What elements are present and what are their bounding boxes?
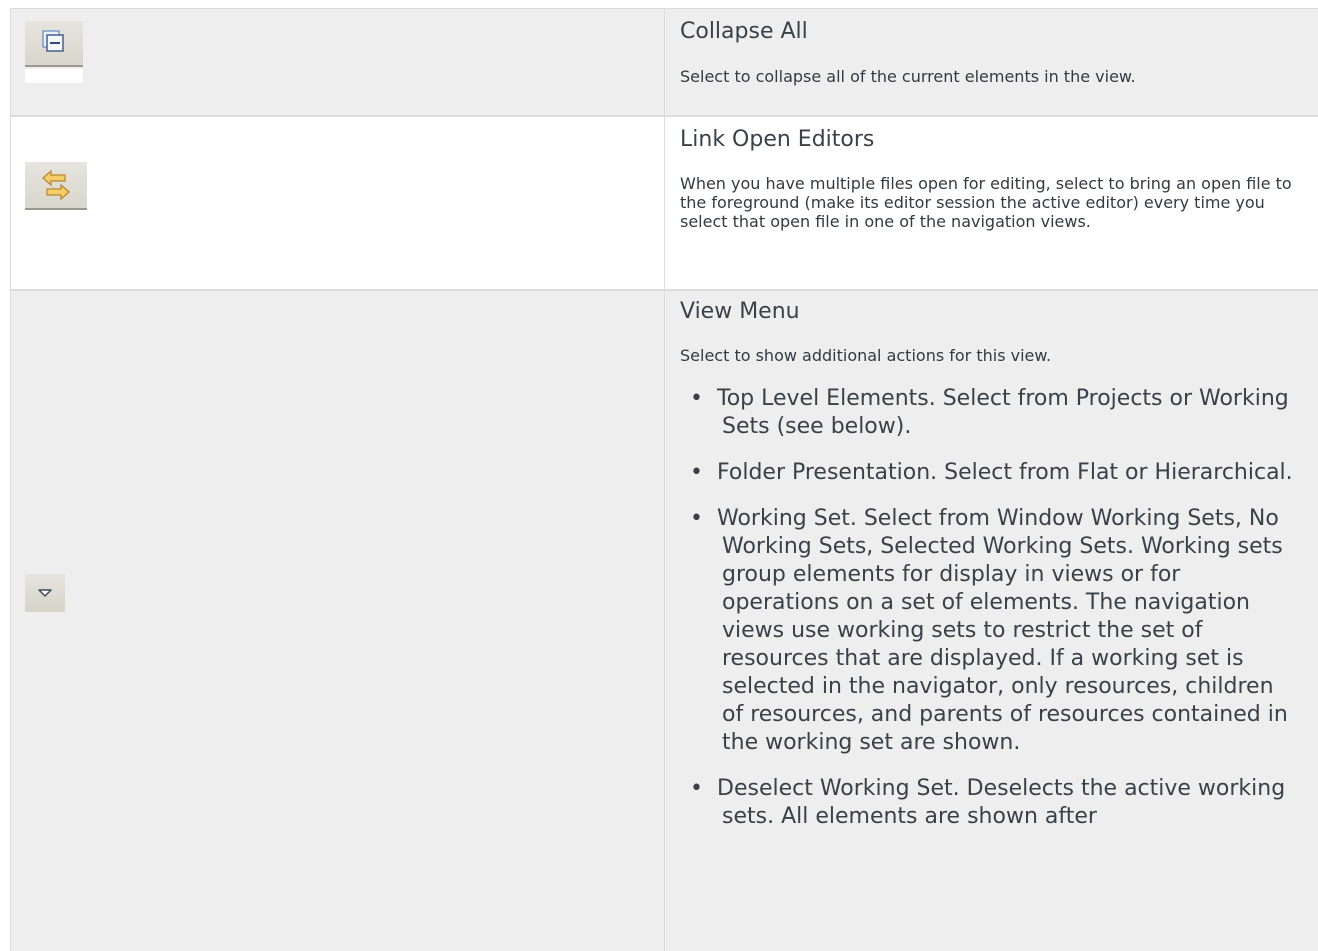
bullet-icon: •: [690, 460, 703, 485]
view-menu-button[interactable]: [25, 574, 65, 612]
link-editors-icon: [42, 169, 70, 201]
row-description: When you have multiple files open for ed…: [680, 174, 1292, 231]
icon-cell: [11, 291, 665, 951]
list-item: • Working Set. Select from Window Working…: [690, 506, 1288, 755]
view-menu-icon: [38, 589, 52, 597]
list-item: • Deselect Working Set. Deselects the act…: [690, 776, 1286, 829]
table-row-view-menu: View Menu Select to show additional acti…: [11, 291, 1318, 951]
description-cell: Link Open Editors When you have multiple…: [665, 117, 1318, 289]
description-cell: View Menu Select to show additional acti…: [665, 291, 1318, 951]
icon-cell: [11, 9, 665, 115]
toolbar-reference-table: Collapse All Select to collapse all of t…: [10, 8, 1318, 951]
link-editors-button[interactable]: [25, 162, 87, 210]
bullet-icon: •: [690, 776, 703, 801]
collapse-all-icon: [42, 30, 64, 52]
list-item: • Top Level Elements. Select from Project…: [690, 386, 1289, 439]
view-menu-options-list: • Top Level Elements. Select from Project…: [680, 385, 1299, 831]
table-row-link-open-editors: Link Open Editors When you have multiple…: [11, 117, 1318, 291]
bullet-icon: •: [690, 386, 703, 411]
icon-underline: [25, 69, 83, 83]
table-row-collapse-all: Collapse All Select to collapse all of t…: [11, 9, 1318, 117]
list-item: • Folder Presentation. Select from Flat o…: [690, 460, 1293, 485]
icon-cell: [11, 117, 665, 289]
row-description: Select to collapse all of the current el…: [680, 67, 1136, 86]
row-title: View Menu: [680, 299, 800, 324]
bullet-icon: •: [690, 506, 703, 531]
row-title: Link Open Editors: [680, 127, 875, 152]
row-title: Collapse All: [680, 19, 808, 44]
row-description: Select to show additional actions for th…: [680, 346, 1052, 365]
collapse-all-button[interactable]: [25, 21, 83, 67]
description-cell: Collapse All Select to collapse all of t…: [665, 9, 1318, 115]
